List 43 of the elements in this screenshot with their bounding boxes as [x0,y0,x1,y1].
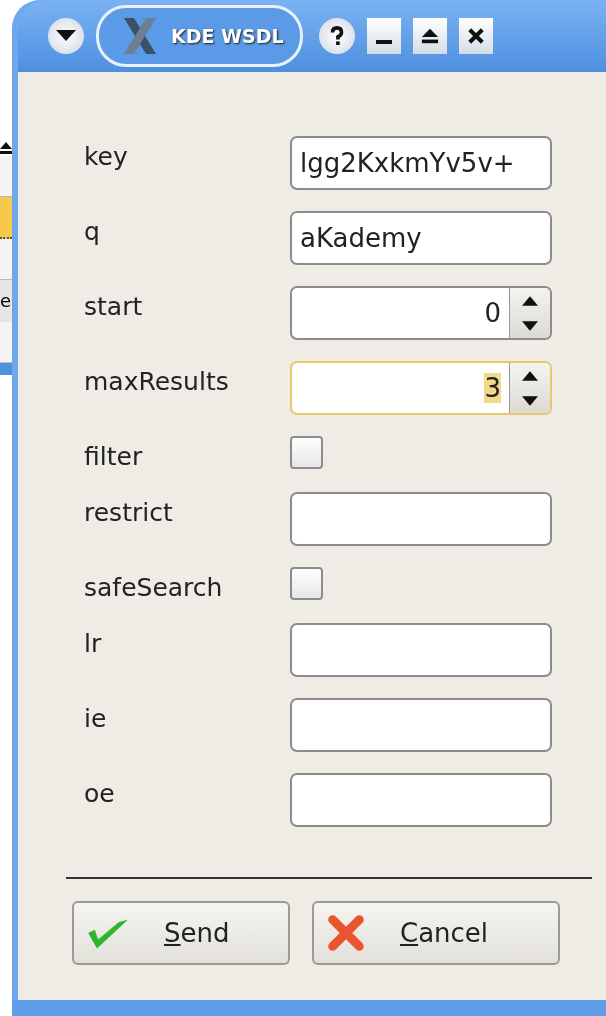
up-arrow-icon [522,370,538,381]
send-button[interactable]: Send [72,901,290,965]
help-button[interactable] [318,18,355,54]
field-label: q [84,216,101,246]
text-field[interactable] [290,773,552,827]
text-field[interactable] [290,492,552,546]
field-label: ie [84,703,108,733]
text-field[interactable] [290,623,552,677]
checkbox[interactable] [290,567,323,600]
checkbox[interactable] [290,436,323,469]
down-arrow-icon [522,320,538,331]
field-label: restrict [84,497,174,527]
list-row [0,239,12,280]
cross-icon [326,913,366,953]
spin-box[interactable]: 0 [290,286,552,340]
field-label: filter [84,441,144,471]
maximize-button[interactable] [412,18,447,54]
up-arrow-icon [522,295,538,306]
close-icon [466,27,485,45]
spin-box[interactable]: 3 [290,361,552,415]
down-triangle-icon [56,30,76,42]
window-menu-button[interactable] [48,18,84,54]
eject-icon [420,27,439,45]
highlighted-list-row [0,197,12,239]
text-field[interactable] [290,698,552,752]
field-label: oe [84,778,116,808]
field-label: lr [84,628,103,658]
background-text: e [0,280,12,322]
field-label: key [84,141,129,171]
close-button[interactable] [458,18,493,54]
cancel-button[interactable]: Cancel [312,901,560,965]
window-border [0,363,12,375]
list-row [0,322,12,363]
field-label: start [84,291,144,321]
field-label: safeSearch [84,572,224,602]
window-title: KDE WSDL [171,25,284,47]
down-arrow-icon [522,395,538,406]
field-label: maxResults [84,366,230,396]
eject-icon [0,140,12,156]
minimize-button[interactable] [366,18,401,54]
text-field[interactable]: lgg2KxkmYv5v+ [290,136,552,190]
minimize-icon [375,40,392,44]
text-field[interactable]: aKademy [290,211,552,265]
